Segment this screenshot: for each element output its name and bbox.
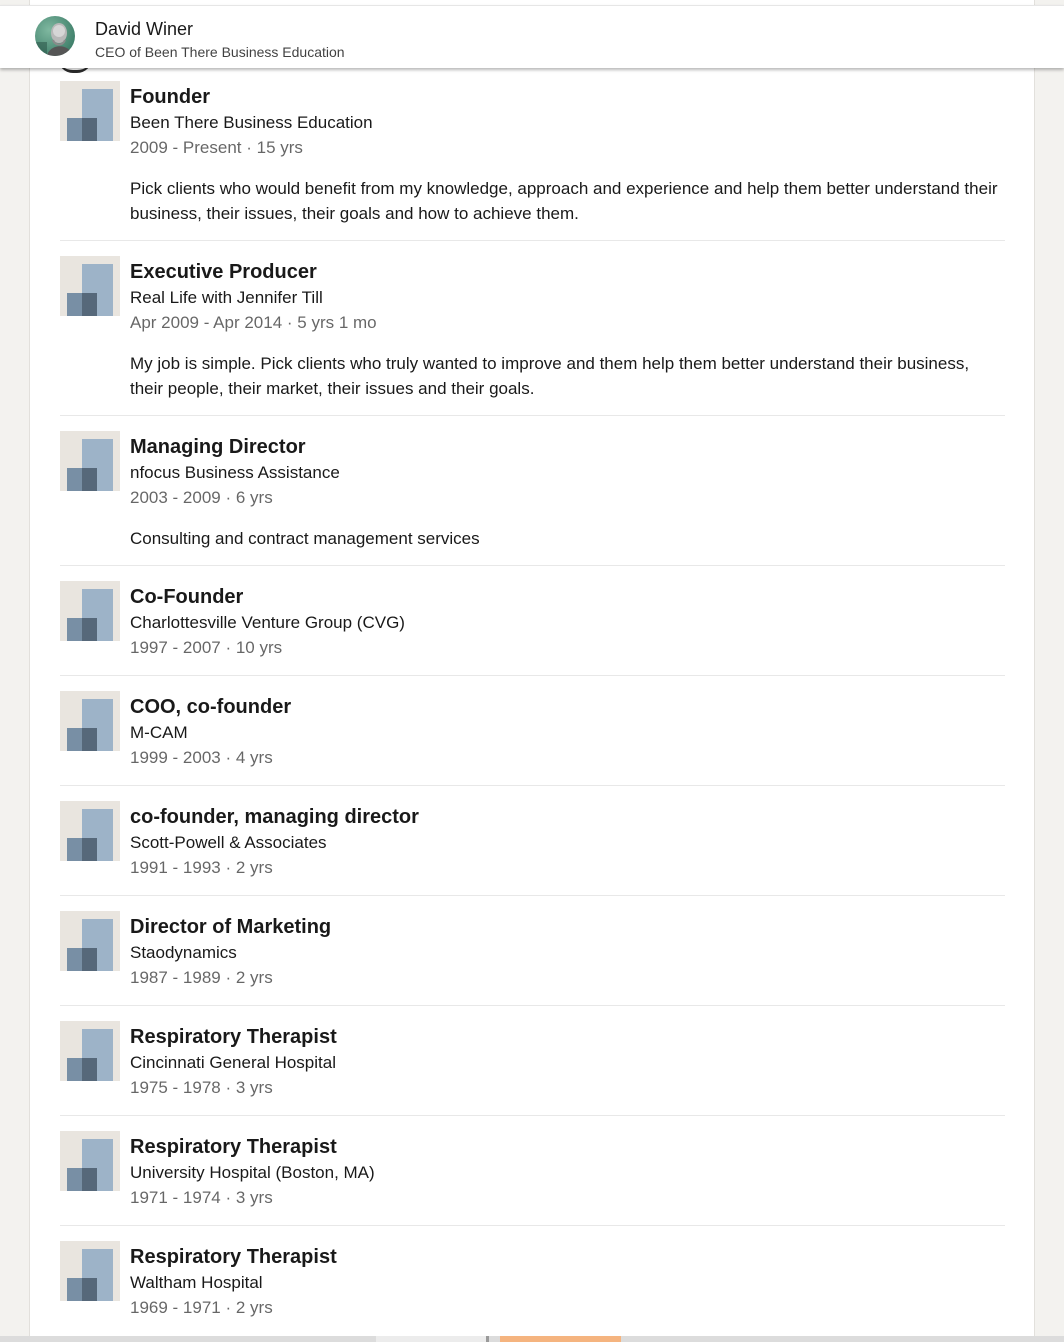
experience-company[interactable]: Scott-Powell & Associates (130, 833, 327, 853)
scrollbar-track-segment (376, 1336, 486, 1342)
experience-description: Pick clients who would benefit from my k… (130, 179, 998, 223)
experience-dates: 1997 - 2007 · 10 yrs (130, 638, 283, 657)
scrollbar-thumb[interactable] (500, 1336, 621, 1342)
scrollbar-divider (486, 1336, 489, 1342)
experience-item: Respiratory Therapist University Hospita… (60, 1131, 1005, 1226)
experience-dates: 1987 - 1989 · 2 yrs (130, 968, 273, 987)
experience-dates: 1971 - 1974 · 3 yrs (130, 1188, 273, 1207)
experience-title: Director of Marketing (130, 916, 332, 938)
experience-company[interactable]: Real Life with Jennifer Till (130, 288, 323, 308)
experience-title: Executive Producer (130, 261, 317, 283)
experience-title: co-founder, managing director (130, 806, 419, 828)
experience-dates: 1969 - 1971 · 2 yrs (130, 1298, 273, 1317)
company-logo-placeholder-icon[interactable] (60, 81, 120, 141)
company-logo-placeholder-icon[interactable] (60, 431, 120, 491)
experience-company[interactable]: Charlottesville Venture Group (CVG) (130, 613, 405, 633)
experience-item: Respiratory Therapist Waltham Hospital 1… (60, 1241, 1005, 1331)
experience-description: My job is simple. Pick clients who truly… (130, 354, 970, 398)
profile-headline: CEO of Been There Business Education (95, 44, 345, 60)
experience-item: Executive Producer Real Life with Jennif… (60, 256, 1005, 416)
experience-title: Managing Director (130, 436, 306, 458)
company-logo-placeholder-icon[interactable] (60, 911, 120, 971)
experience-title: Respiratory Therapist (130, 1246, 337, 1268)
profile-name[interactable]: David Winer (95, 18, 193, 40)
experience-dates: 1975 - 1978 · 3 yrs (130, 1078, 273, 1097)
company-logo-placeholder-icon[interactable] (60, 1021, 120, 1081)
company-logo-placeholder-icon[interactable] (60, 256, 120, 316)
experience-dates: 1999 - 2003 · 4 yrs (130, 748, 273, 767)
experience-company[interactable]: nfocus Business Assistance (130, 463, 340, 483)
experience-company[interactable]: Been There Business Education (130, 113, 373, 133)
experience-item: Director of Marketing Staodynamics 1987 … (60, 911, 1005, 1006)
company-logo-placeholder-icon[interactable] (60, 691, 120, 751)
experience-description: Consulting and contract management servi… (130, 529, 480, 548)
experience-dates: 1991 - 1993 · 2 yrs (130, 858, 273, 877)
experience-dates: Apr 2009 - Apr 2014 · 5 yrs 1 mo (130, 313, 377, 332)
experience-company[interactable]: Cincinnati General Hospital (130, 1053, 336, 1073)
experience-item: COO, co-founder M-CAM 1999 - 2003 · 4 yr… (60, 691, 1005, 786)
experience-item: co-founder, managing director Scott-Powe… (60, 801, 1005, 896)
experience-item: Co-Founder Charlottesville Venture Group… (60, 581, 1005, 676)
company-logo-placeholder-icon[interactable] (60, 1131, 120, 1191)
experience-item: Founder Been There Business Education 20… (60, 81, 1005, 241)
company-logo-placeholder-icon[interactable] (60, 1241, 120, 1301)
experience-title: COO, co-founder (130, 696, 292, 718)
experience-item: Respiratory Therapist Cincinnati General… (60, 1021, 1005, 1116)
experience-title: Founder (130, 86, 210, 108)
experience-title: Co-Founder (130, 586, 244, 608)
experience-item: Managing Director nfocus Business Assist… (60, 431, 1005, 566)
profile-photo-image (35, 16, 75, 56)
experience-company[interactable]: University Hospital (Boston, MA) (130, 1163, 375, 1183)
sticky-profile-header: David Winer CEO of Been There Business E… (0, 5, 1064, 68)
company-logo-placeholder-icon[interactable] (60, 801, 120, 861)
horizontal-scrollbar[interactable] (0, 1336, 1064, 1342)
experience-company[interactable]: Waltham Hospital (130, 1273, 263, 1293)
experience-dates: 2009 - Present · 15 yrs (130, 138, 303, 157)
avatar[interactable] (35, 16, 75, 56)
experience-title: Respiratory Therapist (130, 1026, 337, 1048)
experience-company[interactable]: Staodynamics (130, 943, 237, 963)
experience-dates: 2003 - 2009 · 6 yrs (130, 488, 273, 507)
experience-title: Respiratory Therapist (130, 1136, 337, 1158)
experience-company[interactable]: M-CAM (130, 723, 188, 743)
company-logo-placeholder-icon[interactable] (60, 581, 120, 641)
